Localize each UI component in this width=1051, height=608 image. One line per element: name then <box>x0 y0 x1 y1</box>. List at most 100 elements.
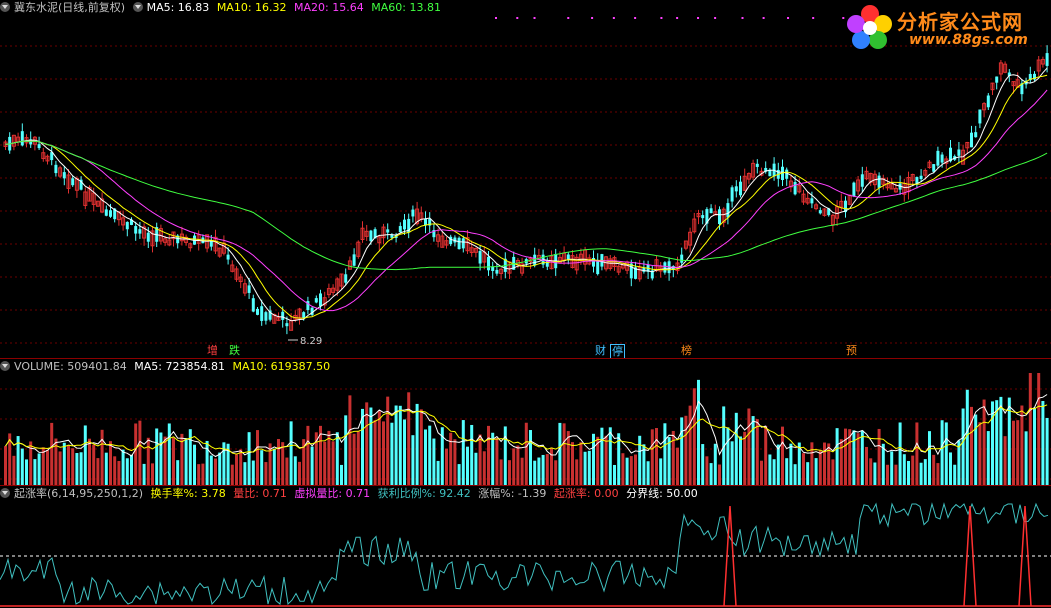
volume-bar <box>516 445 520 485</box>
volume-bar <box>214 458 217 485</box>
volume-bar <box>751 416 755 485</box>
volume-bar <box>121 449 125 485</box>
volume-bar <box>667 437 671 485</box>
volume-bar <box>919 462 923 485</box>
volume-bar <box>974 414 978 485</box>
candle-body <box>718 209 721 225</box>
dropdown-icon[interactable] <box>132 2 143 12</box>
volume-bar <box>243 462 247 485</box>
candle-body <box>932 164 936 172</box>
signal-dot <box>634 17 637 19</box>
volume-bar <box>697 379 700 485</box>
volume-bar <box>772 459 776 485</box>
volume-bar <box>688 405 692 485</box>
candle-body <box>491 266 495 271</box>
candle-body <box>125 221 129 230</box>
volume-bar <box>655 428 658 485</box>
volume-bar <box>944 422 948 485</box>
event-marker[interactable]: 跌 <box>228 344 241 357</box>
volume-bar <box>457 464 461 485</box>
signal-dot <box>697 17 700 19</box>
volume-bar <box>176 460 180 485</box>
event-marker[interactable]: 停 <box>610 344 625 359</box>
volume-bar <box>869 458 873 485</box>
event-marker[interactable]: 榜 <box>680 344 693 357</box>
volume-bar <box>743 431 747 485</box>
volume-bar <box>218 452 222 485</box>
indicator-legend: 起涨率(6,14,95,250,1,2) 换手率%: 3.78 量比: 0.71… <box>0 486 702 502</box>
candle-body <box>344 274 348 283</box>
volume-bar <box>701 444 705 485</box>
dropdown-icon[interactable] <box>0 2 10 12</box>
volume-bar <box>499 459 503 485</box>
candle-body <box>533 254 537 266</box>
signal-dot <box>842 17 845 19</box>
candle-body <box>403 219 406 230</box>
indicator-chart[interactable] <box>0 486 1051 608</box>
volume-bar <box>331 441 335 485</box>
volume-chart[interactable] <box>0 359 1051 485</box>
candle-body <box>919 175 923 180</box>
volume-bar <box>680 417 684 485</box>
candle-body <box>940 154 944 163</box>
candle-body <box>62 172 66 179</box>
volume-bar <box>130 454 133 485</box>
volume-bar <box>449 432 453 485</box>
candle-body <box>281 311 285 320</box>
volume-bar <box>512 448 516 485</box>
volume-bar <box>986 431 990 485</box>
volume-bar <box>184 438 188 485</box>
signal-dot <box>812 17 815 19</box>
vol-ma10-value: MA10: 619387.50 <box>232 360 331 373</box>
volume-bar <box>793 464 797 485</box>
volume-bar <box>503 426 507 485</box>
volume-bar <box>928 431 931 485</box>
volume-bar <box>386 396 390 485</box>
volume-bar <box>911 455 915 485</box>
candle-body <box>726 203 730 218</box>
volume-bar <box>877 428 881 485</box>
candle-body <box>20 131 24 146</box>
candle-body <box>251 298 255 312</box>
dropdown-icon[interactable] <box>0 488 10 498</box>
volume-bar <box>432 438 436 485</box>
volume-bar <box>306 425 310 485</box>
volume-panel[interactable]: VOLUME: 509401.84 MA5: 723854.81 MA10: 6… <box>0 359 1051 485</box>
candle-body <box>495 269 499 274</box>
event-marker[interactable]: 增 <box>206 344 219 357</box>
candle-body <box>936 150 940 166</box>
ma5-value: MA5: 16.83 <box>146 1 210 14</box>
volume-bar <box>1012 420 1015 485</box>
candle-body <box>37 144 41 149</box>
volume-bar <box>604 435 608 485</box>
candle-body <box>793 182 797 195</box>
dropdown-icon[interactable] <box>0 361 10 371</box>
candle-body <box>54 164 58 174</box>
volume-bar <box>638 435 642 485</box>
volume-bar <box>890 451 894 485</box>
volume-bar <box>390 422 394 485</box>
volume-bar <box>747 408 751 485</box>
volume-bar <box>1024 431 1028 485</box>
signal-dot <box>714 17 717 19</box>
event-marker[interactable]: 预 <box>845 344 858 357</box>
volume-bar <box>886 464 889 485</box>
volume-bar <box>646 461 650 485</box>
candle-body <box>860 174 864 187</box>
volume-bar <box>566 431 570 485</box>
volume-bar <box>193 444 196 485</box>
volume-bar <box>953 464 957 485</box>
signal-dot <box>741 17 744 19</box>
logo-url[interactable]: www.88gs.com <box>909 32 1028 48</box>
price-panel[interactable]: 冀东水泥(日线,前复权) MA5: 16.83 MA10: 16.32 MA20… <box>0 0 1051 359</box>
event-marker[interactable]: 财 <box>594 344 607 357</box>
signal-dot <box>676 17 679 19</box>
volume-bar <box>138 420 142 485</box>
volume-bar <box>705 456 709 485</box>
volume-bar <box>264 462 268 485</box>
volume-bar <box>739 436 742 485</box>
volume-bar <box>487 425 490 485</box>
volume-bar <box>1045 417 1049 485</box>
indicator-panel[interactable]: 起涨率(6,14,95,250,1,2) 换手率%: 3.78 量比: 0.71… <box>0 486 1051 608</box>
volume-bar <box>898 422 902 485</box>
